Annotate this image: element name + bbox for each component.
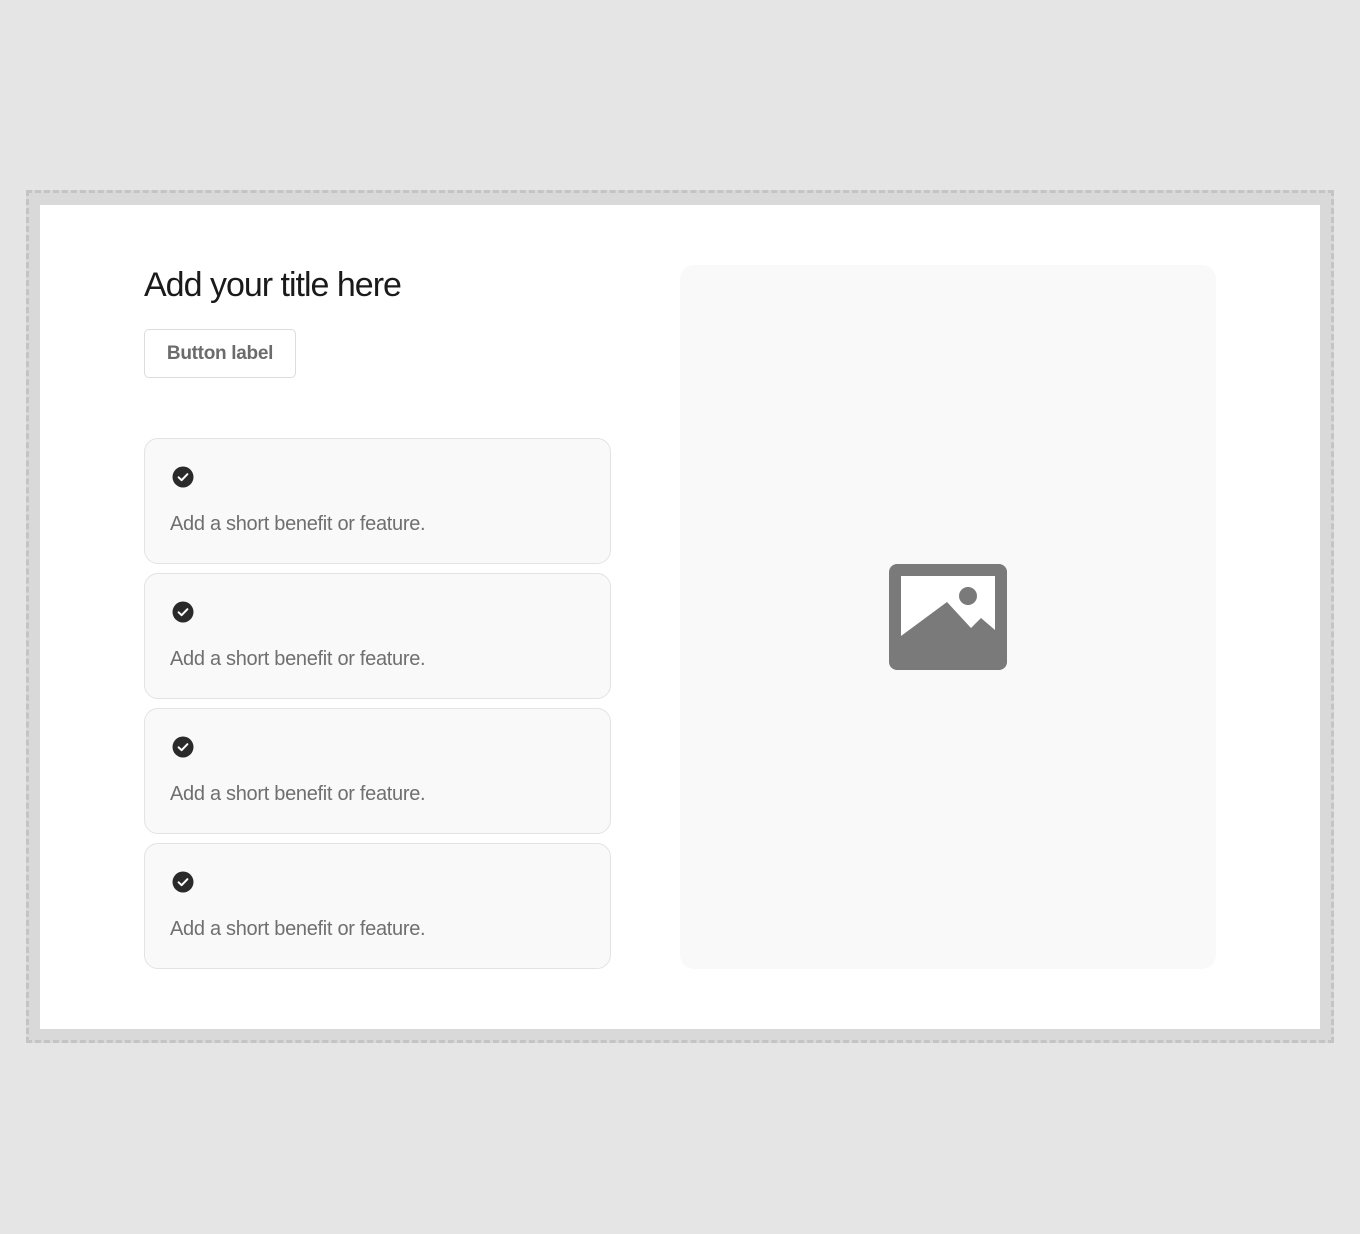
- feature-text: Add a short benefit or feature.: [170, 513, 426, 535]
- page-title: Add your title here: [144, 266, 402, 304]
- check-circle-icon: [172, 466, 194, 488]
- feature-card: Add a short benefit or feature.: [144, 573, 611, 699]
- check-circle-icon: [172, 601, 194, 623]
- feature-text: Add a short benefit or feature.: [170, 648, 426, 670]
- feature-card: Add a short benefit or feature.: [144, 708, 611, 834]
- image-placeholder-icon: [889, 564, 1007, 670]
- check-circle-icon: [172, 736, 194, 758]
- feature-card: Add a short benefit or feature.: [144, 843, 611, 969]
- section-canvas: Add your title here Button label Add a s…: [40, 205, 1320, 1029]
- check-circle-icon: [172, 871, 194, 893]
- feature-text: Add a short benefit or feature.: [170, 918, 426, 940]
- feature-card: Add a short benefit or feature.: [144, 438, 611, 564]
- feature-text: Add a short benefit or feature.: [170, 783, 426, 805]
- image-placeholder: [680, 265, 1216, 969]
- primary-button[interactable]: Button label: [144, 329, 296, 378]
- feature-list: Add a short benefit or feature. Add a sh…: [144, 438, 611, 978]
